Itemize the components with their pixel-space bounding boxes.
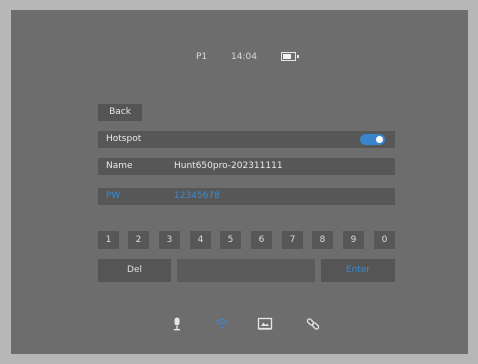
key-2[interactable]: 2 — [128, 231, 149, 249]
status-bar: P1 14:04 — [11, 50, 468, 66]
key-1[interactable]: 1 — [98, 231, 119, 249]
battery-icon — [281, 52, 299, 61]
name-row[interactable]: Name Hunt650pro-202311111 — [98, 158, 395, 175]
key-6[interactable]: 6 — [251, 231, 272, 249]
key-0[interactable]: 0 — [374, 231, 395, 249]
name-label: Name — [106, 161, 133, 171]
name-field[interactable]: Hunt650pro-202311111 — [174, 158, 283, 175]
key-9[interactable]: 9 — [343, 231, 364, 249]
clock: 14:04 — [231, 52, 257, 62]
key-7[interactable]: 7 — [282, 231, 303, 249]
key-4[interactable]: 4 — [190, 231, 211, 249]
space-key[interactable] — [177, 259, 315, 282]
key-5[interactable]: 5 — [220, 231, 241, 249]
enter-button[interactable]: Enter — [321, 259, 395, 282]
pw-row[interactable]: PW 12345678 — [98, 188, 395, 205]
microphone-icon[interactable] — [169, 316, 185, 332]
number-keypad: 1 2 3 4 5 6 7 8 9 0 — [98, 231, 395, 249]
key-8[interactable]: 8 — [312, 231, 333, 249]
hotspot-toggle[interactable] — [360, 134, 385, 145]
wifi-icon[interactable] — [214, 316, 230, 332]
back-button[interactable]: Back — [98, 104, 142, 121]
hotspot-label: Hotspot — [106, 134, 142, 144]
key-3[interactable]: 3 — [159, 231, 180, 249]
pw-label: PW — [106, 191, 121, 201]
link-icon[interactable] — [305, 316, 321, 332]
screen-icon[interactable] — [257, 316, 273, 332]
del-button[interactable]: Del — [98, 259, 171, 282]
profile-label: P1 — [196, 52, 208, 62]
hotspot-row[interactable]: Hotspot — [98, 131, 395, 148]
screen: P1 14:04 Back Hotspot Name Hunt650pro-20… — [11, 10, 468, 354]
pw-field[interactable]: 12345678 — [174, 188, 220, 205]
